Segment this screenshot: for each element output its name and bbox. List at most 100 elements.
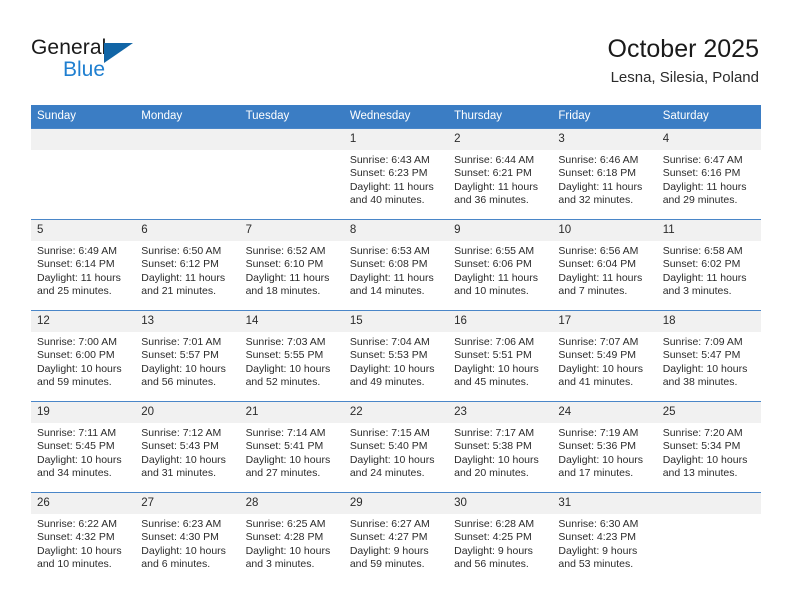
- daylight-text-line1: Daylight: 10 hours: [37, 362, 122, 375]
- daylight-text-line1: Daylight: 10 hours: [454, 362, 539, 375]
- day-number: 31: [552, 493, 657, 514]
- calendar-day-cell[interactable]: 20 Sunrise: 7:12 AM Sunset: 5:43 PM Dayligh…: [135, 401, 240, 493]
- sunset-text: Sunset: 6:18 PM: [558, 167, 637, 180]
- day-number: 15: [343, 311, 449, 332]
- daylight-text-line1: Daylight: 11 hours: [245, 271, 330, 284]
- calendar-day-cell[interactable]: 12 Sunrise: 7:00 AM Sunset: 6:00 PM Dayligh…: [31, 310, 136, 402]
- sunset-text: Sunset: 6:02 PM: [662, 258, 741, 271]
- day-sun-info: Sunrise: 6:43 AM Sunset: 6:23 PM Daylight:…: [343, 150, 449, 208]
- calendar-day-cell[interactable]: 15 Sunrise: 7:04 AM Sunset: 5:53 PM Dayligh…: [343, 310, 449, 402]
- calendar-week-row: 26 Sunrise: 6:22 AM Sunset: 4:32 PM Dayligh…: [31, 492, 761, 583]
- sunset-text: Sunset: 4:27 PM: [349, 531, 428, 544]
- calendar-day-cell[interactable]: 7 Sunrise: 6:52 AM Sunset: 6:10 PM Daylight…: [239, 219, 344, 311]
- sunset-text: Sunset: 5:34 PM: [662, 440, 741, 453]
- sunrise-text: Sunrise: 6:52 AM: [245, 245, 326, 257]
- daylight-text-line1: Daylight: 10 hours: [141, 362, 226, 375]
- sunset-text: Sunset: 6:08 PM: [349, 258, 428, 271]
- day-number: 17: [552, 311, 657, 332]
- sunset-text: Sunset: 6:23 PM: [349, 167, 428, 180]
- calendar-day-cell[interactable]: 18 Sunrise: 7:09 AM Sunset: 5:47 PM Dayligh…: [656, 310, 761, 402]
- day-sun-info: Sunrise: 7:11 AM Sunset: 5:45 PM Daylight:…: [31, 423, 136, 481]
- sunset-text: Sunset: 5:43 PM: [141, 440, 219, 453]
- sunrise-text: Sunrise: 6:43 AM: [349, 154, 430, 166]
- daylight-text-line1: Daylight: 10 hours: [141, 544, 226, 557]
- sunrise-text: Sunrise: 6:30 AM: [558, 518, 639, 530]
- calendar-day-cell[interactable]: 19 Sunrise: 7:11 AM Sunset: 5:45 PM Dayligh…: [31, 401, 136, 493]
- calendar-day-cell[interactable]: 24 Sunrise: 7:19 AM Sunset: 5:36 PM Dayligh…: [552, 401, 657, 493]
- day-number: 14: [239, 311, 344, 332]
- day-number: 8: [343, 220, 449, 241]
- calendar-day-cell[interactable]: 16 Sunrise: 7:06 AM Sunset: 5:51 PM Dayligh…: [448, 310, 553, 402]
- day-number: 6: [135, 220, 240, 241]
- daylight-text-line2: and 36 minutes.: [454, 194, 529, 207]
- daylight-text-line2: and 27 minutes.: [245, 467, 321, 480]
- calendar-day-cell[interactable]: 21 Sunrise: 7:14 AM Sunset: 5:41 PM Dayligh…: [239, 401, 344, 493]
- calendar-day-cell[interactable]: 10 Sunrise: 6:56 AM Sunset: 6:04 PM Dayligh…: [552, 219, 657, 311]
- calendar-day-cell[interactable]: 30 Sunrise: 6:28 AM Sunset: 4:25 PM Dayligh…: [448, 492, 553, 583]
- day-number: 25: [656, 402, 761, 423]
- sunrise-text: Sunrise: 6:28 AM: [454, 518, 535, 530]
- daylight-text-line2: and 6 minutes.: [141, 558, 211, 571]
- sunset-text: Sunset: 5:51 PM: [454, 349, 532, 362]
- calendar-day-cell[interactable]: 17 Sunrise: 7:07 AM Sunset: 5:49 PM Dayligh…: [552, 310, 657, 402]
- sunset-text: Sunset: 5:47 PM: [662, 349, 741, 362]
- sunset-text: Sunset: 5:53 PM: [349, 349, 428, 362]
- sunrise-text: Sunrise: 7:17 AM: [454, 427, 535, 439]
- page-title: October 2025: [607, 35, 760, 63]
- calendar-day-cell[interactable]: 9 Sunrise: 6:55 AM Sunset: 6:06 PM Daylight…: [448, 219, 553, 311]
- calendar-day-cell[interactable]: 3 Sunrise: 6:46 AM Sunset: 6:18 PM Daylight…: [552, 128, 657, 220]
- weekday-header-thursday: Thursday: [448, 105, 553, 129]
- daylight-text-line1: Daylight: 11 hours: [558, 271, 643, 284]
- logo-text-general: General: [31, 36, 107, 59]
- daylight-text-line1: Daylight: 9 hours: [454, 544, 533, 557]
- daylight-text-line2: and 53 minutes.: [558, 558, 634, 571]
- calendar-day-cell[interactable]: 5 Sunrise: 6:49 AM Sunset: 6:14 PM Daylight…: [31, 219, 136, 311]
- daylight-text-line2: and 21 minutes.: [141, 285, 216, 298]
- calendar-day-cell[interactable]: 27 Sunrise: 6:23 AM Sunset: 4:30 PM Dayligh…: [135, 492, 240, 583]
- day-sun-info: Sunrise: 6:22 AM Sunset: 4:32 PM Daylight:…: [31, 514, 136, 572]
- day-sun-info: Sunrise: 6:25 AM Sunset: 4:28 PM Daylight:…: [239, 514, 344, 572]
- daylight-text-line2: and 34 minutes.: [37, 467, 112, 480]
- day-sun-info: Sunrise: 6:47 AM Sunset: 6:16 PM Daylight:…: [656, 150, 761, 208]
- day-sun-info: Sunrise: 6:50 AM Sunset: 6:12 PM Daylight:…: [135, 241, 240, 299]
- calendar-day-cell[interactable]: 13 Sunrise: 7:01 AM Sunset: 5:57 PM Dayligh…: [135, 310, 240, 402]
- calendar-day-cell[interactable]: 14 Sunrise: 7:03 AM Sunset: 5:55 PM Dayligh…: [239, 310, 344, 402]
- weekday-header-friday: Friday: [552, 105, 657, 129]
- calendar-day-cell[interactable]: 31 Sunrise: 6:30 AM Sunset: 4:23 PM Dayligh…: [552, 492, 657, 583]
- calendar-day-cell[interactable]: 2 Sunrise: 6:44 AM Sunset: 6:21 PM Daylight…: [448, 128, 553, 220]
- calendar-day-cell[interactable]: 28 Sunrise: 6:25 AM Sunset: 4:28 PM Dayligh…: [239, 492, 344, 583]
- day-sun-info: Sunrise: 6:53 AM Sunset: 6:08 PM Daylight:…: [343, 241, 449, 299]
- day-number: [239, 129, 344, 150]
- daylight-text-line2: and 7 minutes.: [558, 285, 628, 298]
- day-number: 22: [343, 402, 449, 423]
- sunset-text: Sunset: 5:40 PM: [349, 440, 428, 453]
- calendar-day-cell[interactable]: 25 Sunrise: 7:20 AM Sunset: 5:34 PM Dayligh…: [656, 401, 761, 493]
- calendar-day-cell[interactable]: 11 Sunrise: 6:58 AM Sunset: 6:02 PM Dayligh…: [656, 219, 761, 311]
- day-number: 1: [343, 129, 449, 150]
- calendar-day-cell[interactable]: 6 Sunrise: 6:50 AM Sunset: 6:12 PM Daylight…: [135, 219, 240, 311]
- sunrise-text: Sunrise: 7:11 AM: [37, 427, 117, 439]
- day-number: [31, 129, 136, 150]
- calendar-page: General Blue October 2025 Lesna, Silesia…: [0, 0, 792, 612]
- page-subtitle: Lesna, Silesia, Poland: [610, 69, 759, 86]
- sunrise-text: Sunrise: 6:55 AM: [454, 245, 535, 257]
- calendar-day-cell[interactable]: 4 Sunrise: 6:47 AM Sunset: 6:16 PM Daylight…: [656, 128, 761, 220]
- calendar-day-cell[interactable]: 22 Sunrise: 7:15 AM Sunset: 5:40 PM Dayligh…: [343, 401, 449, 493]
- daylight-text-line2: and 17 minutes.: [558, 467, 634, 480]
- day-sun-info: Sunrise: 6:23 AM Sunset: 4:30 PM Daylight:…: [135, 514, 240, 572]
- calendar-day-cell[interactable]: 1 Sunrise: 6:43 AM Sunset: 6:23 PM Daylight…: [343, 128, 449, 220]
- day-sun-info: Sunrise: 7:04 AM Sunset: 5:53 PM Daylight:…: [343, 332, 449, 390]
- daylight-text-line2: and 18 minutes.: [245, 285, 321, 298]
- calendar-day-cell[interactable]: 23 Sunrise: 7:17 AM Sunset: 5:38 PM Dayligh…: [448, 401, 553, 493]
- sunset-text: Sunset: 4:23 PM: [558, 531, 637, 544]
- sunrise-text: Sunrise: 6:25 AM: [245, 518, 326, 530]
- daylight-text-line2: and 14 minutes.: [349, 285, 425, 298]
- daylight-text-line2: and 29 minutes.: [662, 194, 738, 207]
- day-sun-info: Sunrise: 7:06 AM Sunset: 5:51 PM Daylight:…: [448, 332, 553, 390]
- calendar-day-cell-empty: [135, 128, 240, 220]
- calendar-day-cell[interactable]: 29 Sunrise: 6:27 AM Sunset: 4:27 PM Dayligh…: [343, 492, 449, 583]
- calendar-day-cell[interactable]: 26 Sunrise: 6:22 AM Sunset: 4:32 PM Dayligh…: [31, 492, 136, 583]
- day-sun-info: Sunrise: 6:49 AM Sunset: 6:14 PM Daylight:…: [31, 241, 136, 299]
- sunrise-text: Sunrise: 7:12 AM: [141, 427, 222, 439]
- calendar-day-cell[interactable]: 8 Sunrise: 6:53 AM Sunset: 6:08 PM Daylight…: [343, 219, 449, 311]
